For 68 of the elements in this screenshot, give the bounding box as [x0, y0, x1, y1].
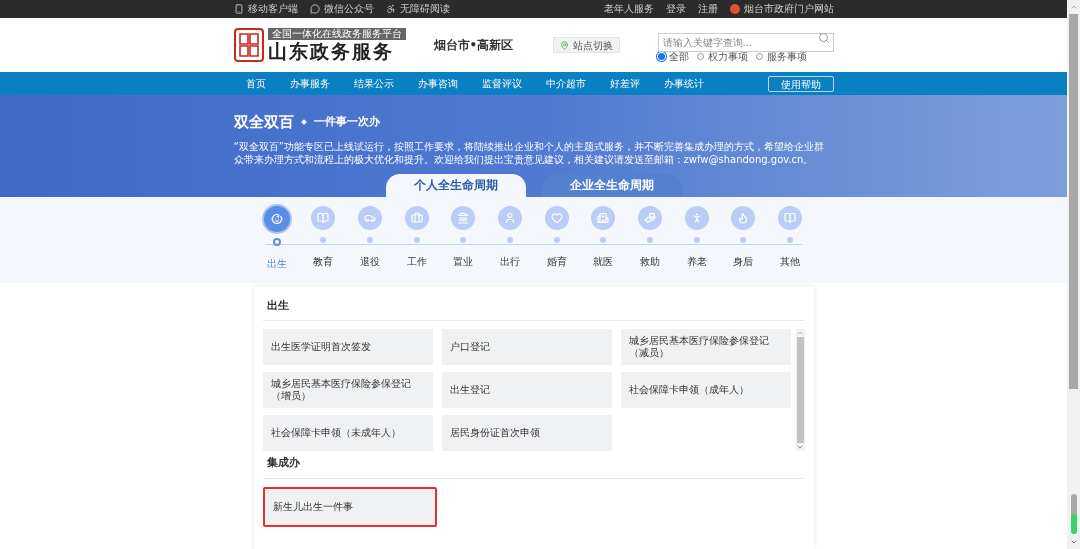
top-link[interactable]: 登录: [665, 4, 686, 14]
book-icon: [784, 211, 797, 224]
service-item[interactable]: 居民身份证首次申领: [441, 415, 613, 451]
person-icon: [504, 211, 517, 224]
service-item[interactable]: 社会保障卡申领（成年人）: [621, 372, 792, 408]
category-item[interactable]: 救助: [626, 205, 674, 283]
lifecycle-tab[interactable]: 企业全生命周期: [541, 173, 682, 197]
top-link[interactable]: 移动客户端: [233, 4, 298, 14]
service-item[interactable]: 城乡居民基本医疗保险参保登记（增员）: [262, 372, 433, 408]
search-icon[interactable]: [817, 31, 830, 44]
banner-description: “双全双百”功能专区已上线试运行，按照工作要求，将陆续推出企业和个人的主题式服务，并不断完善集成办理的方式，希望给企业群众带来办理方式和流程上的极大优化和提升。欢迎给我们提出宝贵意见建议，相关建议请发送至邮箱：zwfw@shandong.gov.cn。: [233, 139, 825, 166]
heart-icon: [550, 211, 563, 224]
scope-radio[interactable]: 服务事项: [755, 51, 807, 62]
category-item[interactable]: 工作: [393, 205, 441, 283]
region-name: 烟台市•高新区: [433, 37, 514, 54]
service-item[interactable]: 新生儿出生一件事: [262, 486, 438, 527]
category-item[interactable]: 置业: [440, 205, 487, 283]
service-item[interactable]: 社会保障卡申领（未成年人）: [262, 415, 433, 451]
portal-link[interactable]: 烟台市政府门户网站: [729, 4, 834, 14]
category-item[interactable]: 身后: [720, 205, 767, 283]
category-item[interactable]: 退役: [346, 205, 394, 283]
category-item[interactable]: 就医: [580, 205, 627, 283]
category-item[interactable]: 婚育: [533, 205, 581, 283]
service-item[interactable]: 出生登记: [441, 372, 613, 408]
category-item[interactable]: 出生: [253, 205, 301, 283]
lifecycle-tab[interactable]: 个人全生命周期: [385, 173, 526, 197]
top-link[interactable]: 无障碍阅读: [385, 4, 450, 14]
book-icon: [317, 211, 330, 224]
hospital-icon: [597, 211, 610, 224]
scope-radio[interactable]: 全部: [657, 51, 689, 62]
top-link[interactable]: 老年人服务: [603, 4, 654, 14]
banner-subtitle: 一件事一次办: [313, 114, 380, 130]
candle-icon: [737, 211, 750, 224]
emblem-icon: [729, 4, 740, 14]
help-button[interactable]: 使用帮助: [767, 75, 834, 92]
scope-radio[interactable]: 权力事项: [696, 51, 748, 62]
site-switch-button[interactable]: 站点切换: [553, 37, 621, 53]
accessibility-icon: [385, 4, 396, 14]
landmark-icon: [457, 211, 470, 224]
phone-icon: [233, 4, 244, 14]
nav-item[interactable]: 办事服务: [277, 76, 342, 91]
seal-logo-icon: [233, 28, 264, 62]
nav-item[interactable]: 办事咨询: [405, 76, 470, 91]
top-link[interactable]: 微信公众号: [309, 4, 374, 14]
category-item[interactable]: 养老: [673, 205, 721, 283]
service-item[interactable]: 城乡居民基本医疗保险参保登记（减员）: [621, 329, 792, 365]
hand-icon: [644, 211, 657, 224]
category-item[interactable]: 出行: [486, 205, 534, 283]
platform-badge: 全国一体化在线政务服务平台: [267, 28, 406, 40]
section-title: 集成办: [262, 455, 805, 479]
nav-item[interactable]: 结果公示: [341, 76, 406, 91]
banner-title: 双全双百: [233, 112, 294, 133]
site-name: 山东政务服务: [267, 40, 395, 62]
nav-item[interactable]: 好差评: [597, 76, 652, 91]
nav-item[interactable]: 监督评议: [469, 76, 534, 91]
service-item[interactable]: 出生医学证明首次签发: [262, 329, 433, 365]
section-title: 出生: [262, 297, 805, 321]
location-pin-icon: [560, 40, 570, 50]
nav-item[interactable]: 中介超市: [533, 76, 598, 91]
search-field[interactable]: 请输入关键字查询...: [657, 32, 834, 52]
nav-item[interactable]: 办事统计: [651, 76, 716, 91]
chat-icon: [309, 4, 320, 14]
top-link[interactable]: 注册: [697, 4, 718, 14]
category-item[interactable]: 教育: [300, 205, 347, 283]
category-item[interactable]: 其他: [766, 205, 814, 283]
briefcase-icon: [410, 211, 423, 224]
service-item[interactable]: 户口登记: [441, 329, 613, 365]
nav-item[interactable]: 首页: [233, 76, 278, 91]
